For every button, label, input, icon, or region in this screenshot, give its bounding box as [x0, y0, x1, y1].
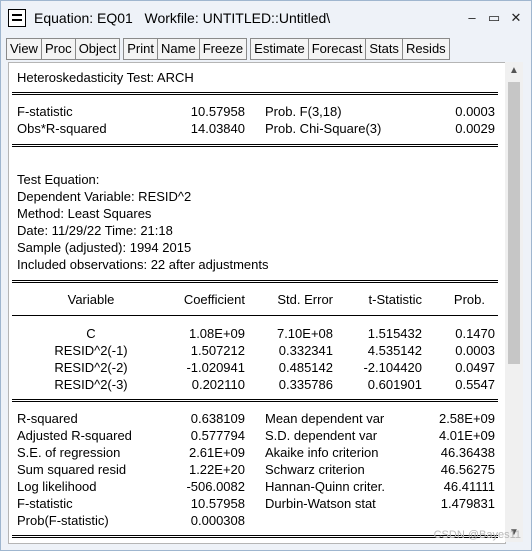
equation-line: Dependent Variable: RESID^2 — [17, 189, 192, 204]
coef-value: 1.507212 — [190, 343, 245, 358]
stat-value: 0.000308 — [190, 513, 245, 528]
equation-line: Date: 11/29/22 Time: 21:18 — [17, 223, 173, 238]
test-row-label: F-statistic — [17, 104, 73, 119]
view-button[interactable]: View — [6, 38, 42, 60]
test-row-prob-label: Prob. F(3,18) — [265, 104, 342, 119]
stat-value: 1.22E+20 — [188, 462, 245, 477]
stat-label: Mean dependent var — [265, 411, 385, 426]
toolbar: View Proc Object Print Name Freeze Estim… — [6, 38, 450, 60]
proc-button[interactable]: Proc — [40, 38, 76, 60]
coef-value: 1.08E+09 — [188, 326, 245, 341]
coef-variable: RESID^2(-2) — [54, 360, 128, 375]
stat-value: 46.56275 — [440, 462, 495, 477]
divider — [12, 144, 498, 147]
stat-label: R-squared — [17, 411, 78, 426]
maximize-button[interactable]: ▭ — [483, 8, 505, 28]
equation-line: Included observations: 22 after adjustme… — [17, 257, 269, 272]
stat-value: 4.01E+09 — [438, 428, 495, 443]
coef-std-error: 0.335786 — [278, 377, 333, 392]
stat-label: Hannan-Quinn criter. — [265, 479, 385, 494]
stat-label: Akaike info criterion — [265, 445, 379, 460]
forecast-button[interactable]: Forecast — [307, 38, 367, 60]
stat-value: -506.0082 — [186, 479, 245, 494]
coef-t-stat: 4.535142 — [367, 343, 422, 358]
test-row-prob: 0.0003 — [455, 104, 495, 119]
output-pane[interactable]: Heteroskedasticity Test: ARCH F-statisti… — [8, 62, 506, 544]
divider — [12, 280, 498, 283]
stat-label: Prob(F-statistic) — [17, 513, 109, 528]
minimize-button[interactable]: – — [461, 8, 483, 28]
divider — [12, 92, 498, 95]
test-title: Heteroskedasticity Test: ARCH — [17, 70, 194, 85]
coef-variable: C — [86, 326, 96, 341]
divider — [12, 315, 498, 316]
coef-variable: RESID^2(-3) — [54, 377, 128, 392]
object-button[interactable]: Object — [74, 38, 121, 60]
coef-value: -1.020941 — [186, 360, 245, 375]
scroll-up-arrow-icon[interactable]: ▲ — [505, 62, 523, 80]
scroll-thumb[interactable] — [508, 82, 520, 364]
stat-value: 0.577794 — [190, 428, 245, 443]
stat-label: S.D. dependent var — [265, 428, 378, 443]
coef-variable: RESID^2(-1) — [54, 343, 128, 358]
coef-prob: 0.1470 — [455, 326, 495, 341]
window-title: Equation: EQ01 Workfile: UNTITLED::Untit… — [34, 10, 331, 26]
col-header-variable: Variable — [67, 292, 115, 307]
col-header-prob: Prob. — [453, 292, 485, 307]
window-controls: – ▭ ✕ — [461, 8, 527, 28]
window-menu-icon[interactable] — [8, 9, 26, 27]
equation-line: Sample (adjusted): 1994 2015 — [17, 240, 192, 255]
stat-label: S.E. of regression — [17, 445, 121, 460]
stat-label: Durbin-Watson stat — [265, 496, 376, 511]
stat-label: Sum squared resid — [17, 462, 127, 477]
coef-prob: 0.0497 — [455, 360, 495, 375]
stat-value: 1.479831 — [440, 496, 495, 511]
print-button[interactable]: Print — [123, 38, 158, 60]
test-row-prob-label: Prob. Chi-Square(3) — [265, 121, 382, 136]
col-header-coefficient: Coefficient — [183, 292, 245, 307]
close-button[interactable]: ✕ — [505, 8, 527, 28]
coef-prob: 0.5547 — [455, 377, 495, 392]
coef-std-error: 0.485142 — [278, 360, 333, 375]
test-row-label: Obs*R-squared — [17, 121, 107, 136]
test-row-value: 14.03840 — [190, 121, 245, 136]
equation-window: Equation: EQ01 Workfile: UNTITLED::Untit… — [0, 0, 532, 551]
vertical-scrollbar[interactable]: ▲ ▼ — [505, 62, 523, 542]
stat-value: 2.61E+09 — [188, 445, 245, 460]
coef-t-stat: 1.515432 — [367, 326, 422, 341]
stat-value: 2.58E+09 — [438, 411, 495, 426]
col-header-std-error: Std. Error — [277, 292, 333, 307]
stat-label: F-statistic — [17, 496, 73, 511]
coef-std-error: 7.10E+08 — [276, 326, 333, 341]
freeze-button[interactable]: Freeze — [198, 38, 248, 60]
stat-value: 46.41111 — [443, 479, 495, 494]
test-row-prob: 0.0029 — [455, 121, 495, 136]
resids-button[interactable]: Resids — [401, 38, 450, 60]
stat-value: 46.36438 — [440, 445, 495, 460]
divider — [12, 399, 498, 402]
test-row-value: 10.57958 — [190, 104, 245, 119]
stat-label: Adjusted R-squared — [17, 428, 132, 443]
stat-label: Schwarz criterion — [265, 462, 365, 477]
stat-value: 0.638109 — [190, 411, 245, 426]
equation-line: Method: Least Squares — [17, 206, 152, 221]
divider — [12, 535, 498, 538]
coef-t-stat: 0.601901 — [367, 377, 422, 392]
watermark: CSDN @Bayes11 — [433, 529, 521, 541]
stats-button[interactable]: Stats — [365, 38, 403, 60]
stat-value: 10.57958 — [190, 496, 245, 511]
estimate-button[interactable]: Estimate — [250, 38, 309, 60]
name-button[interactable]: Name — [157, 38, 200, 60]
coef-prob: 0.0003 — [455, 343, 495, 358]
col-header-t-statistic: t-Statistic — [368, 292, 422, 307]
coef-std-error: 0.332341 — [278, 343, 333, 358]
stat-label: Log likelihood — [17, 479, 97, 494]
coef-t-stat: -2.104420 — [363, 360, 422, 375]
title-bar[interactable]: Equation: EQ01 Workfile: UNTITLED::Untit… — [1, 1, 531, 35]
equation-line: Test Equation: — [17, 172, 100, 187]
coef-value: 0.202110 — [191, 377, 245, 392]
